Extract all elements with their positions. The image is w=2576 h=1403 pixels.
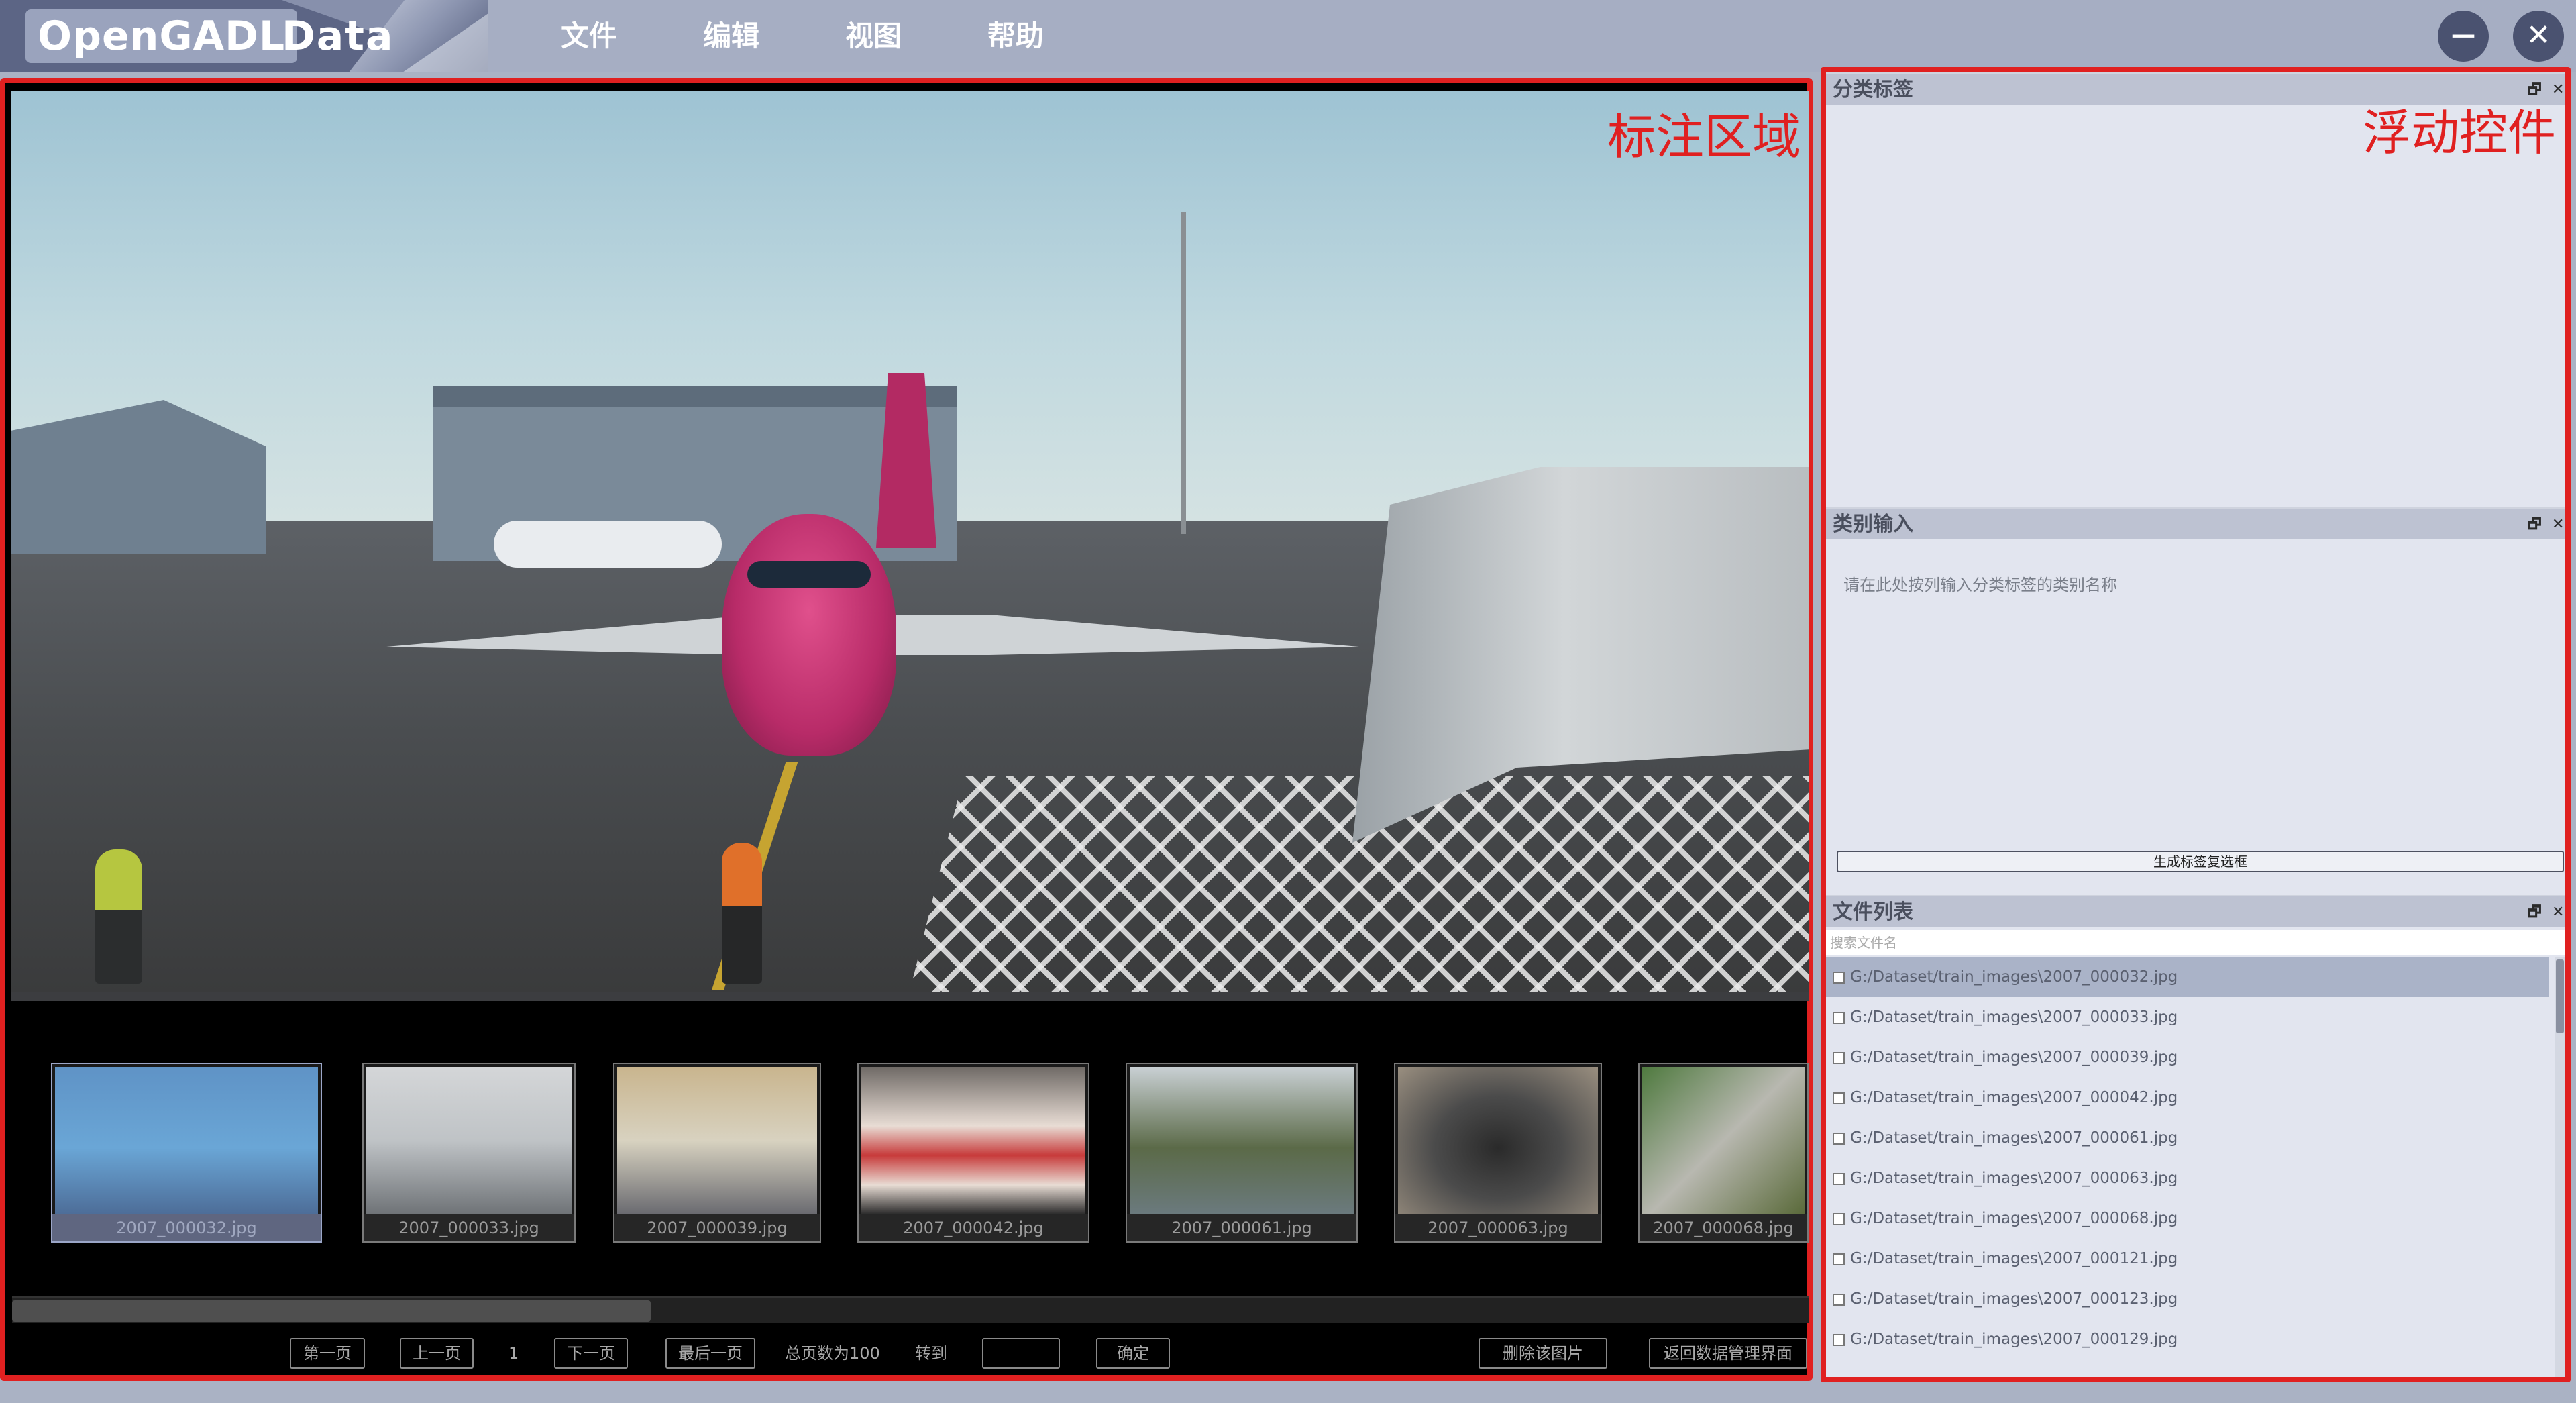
back-to-data-manager-button[interactable]: 返回数据管理界面 [1649, 1338, 1807, 1369]
file-path: G:/Dataset/train_images\2007_000033.jpg [1850, 1008, 2178, 1026]
file-checkbox[interactable] [1833, 1052, 1845, 1064]
category-input-hint[interactable]: 请在此处按列输入分类标签的类别名称 [1843, 572, 2117, 595]
close-icon[interactable]: ✕ [2513, 11, 2564, 62]
image-divider [11, 992, 1809, 1001]
annotation-area: 标注区域 2007_000032.jpg 2007_000033.jpg 200… [0, 78, 1813, 1381]
thumbnail-strip: 2007_000032.jpg 2007_000033.jpg 2007_000… [5, 1063, 1809, 1244]
thumbnail-caption: 2007_000068.jpg [1640, 1214, 1807, 1241]
close-icon[interactable]: ✕ [2552, 74, 2564, 106]
file-path: G:/Dataset/train_images\2007_000061.jpg [1850, 1129, 2178, 1147]
generate-checkbox-button[interactable]: 生成标签复选框 [1837, 851, 2564, 872]
file-path: G:/Dataset/train_images\2007_000039.jpg [1850, 1049, 2178, 1066]
file-list-item[interactable]: G:/Dataset/train_images\2007_000129.jpg [1826, 1319, 2549, 1359]
close-icon[interactable]: ✕ [2552, 509, 2564, 541]
menu-file[interactable]: 文件 [561, 0, 617, 72]
title-bar: OpenGADL Data 文件 编辑 视图 帮助 − ✕ [0, 0, 2576, 72]
file-path: G:/Dataset/train_images\2007_000032.jpg [1850, 968, 2178, 986]
first-page-button[interactable]: 第一页 [290, 1338, 365, 1369]
classify-panel-title: 分类标签 🗗 ✕ [1826, 72, 2565, 105]
file-list-item[interactable]: G:/Dataset/train_images\2007_000068.jpg [1826, 1198, 2549, 1239]
category-panel-title: 类别输入 🗗 ✕ [1826, 507, 2565, 539]
floating-dock: 分类标签 🗗 ✕ 浮动控件 类别输入 🗗 ✕ 请在此处按列输入分类标签的类别名称… [1821, 67, 2571, 1382]
thumbnail-item[interactable]: 2007_000032.jpg [51, 1063, 322, 1243]
file-path: G:/Dataset/train_images\2007_000129.jpg [1850, 1331, 2178, 1348]
menu-view[interactable]: 视图 [845, 0, 902, 72]
menu-edit[interactable]: 编辑 [703, 0, 759, 72]
category-panel-title-text: 类别输入 [1833, 513, 1913, 536]
current-page: 1 [508, 1344, 519, 1363]
scrollbar-handle[interactable] [12, 1300, 651, 1322]
goto-page-input[interactable] [982, 1338, 1060, 1369]
file-checkbox[interactable] [1833, 1294, 1845, 1306]
file-checkbox[interactable] [1833, 1253, 1845, 1265]
float-icon[interactable]: 🗗 [2528, 74, 2542, 106]
thumbnail-item[interactable]: 2007_000061.jpg [1126, 1063, 1358, 1243]
file-checkbox[interactable] [1833, 1213, 1845, 1225]
file-checkbox[interactable] [1833, 1092, 1845, 1104]
file-list-item[interactable]: G:/Dataset/train_images\2007_000042.jpg [1826, 1078, 2549, 1118]
file-path: G:/Dataset/train_images\2007_000068.jpg [1850, 1210, 2178, 1227]
file-path: G:/Dataset/train_images\2007_000042.jpg [1850, 1089, 2178, 1106]
annotation-image[interactable]: 标注区域 [11, 91, 1809, 992]
file-list-item[interactable]: G:/Dataset/train_images\2007_000032.jpg [1826, 957, 2549, 997]
file-checkbox[interactable] [1833, 1012, 1845, 1024]
thumbnail-item[interactable]: 2007_000039.jpg [613, 1063, 821, 1243]
thumbnail-caption: 2007_000042.jpg [859, 1214, 1088, 1241]
file-path: G:/Dataset/train_images\2007_000063.jpg [1850, 1170, 2178, 1187]
annotation-area-label: 标注区域 [1607, 109, 1801, 165]
file-search-input[interactable]: 搜索文件名 [1826, 930, 2565, 955]
logo-text: OpenGADL [25, 9, 298, 63]
logo-data-text: Data [282, 13, 394, 60]
file-checkbox[interactable] [1833, 1334, 1845, 1346]
confirm-button[interactable]: 确定 [1096, 1338, 1170, 1369]
minimize-icon[interactable]: − [2438, 11, 2489, 62]
float-icon[interactable]: 🗗 [2528, 896, 2542, 929]
prev-page-button[interactable]: 上一页 [400, 1338, 474, 1369]
thumbnail-scrollbar[interactable] [12, 1296, 1809, 1323]
thumbnail-item[interactable]: 2007_000068.jpg [1638, 1063, 1809, 1243]
pagination-bar: 第一页 上一页 1 下一页 最后一页 总页数为100 转到 确定 删除该图片 返… [5, 1338, 1809, 1371]
thumbnail-item[interactable]: 2007_000042.jpg [857, 1063, 1089, 1243]
scrollbar-handle[interactable] [2556, 959, 2564, 1033]
file-panel-title-text: 文件列表 [1833, 900, 1913, 924]
file-list-scrollbar[interactable] [2555, 957, 2565, 1377]
file-checkbox[interactable] [1833, 1173, 1845, 1185]
file-list-item[interactable]: G:/Dataset/train_images\2007_000123.jpg [1826, 1279, 2549, 1319]
file-path: G:/Dataset/train_images\2007_000121.jpg [1850, 1250, 2178, 1267]
classify-panel-title-text: 分类标签 [1833, 78, 1913, 101]
file-list: G:/Dataset/train_images\2007_000032.jpg … [1826, 957, 2565, 1377]
thumbnail-caption: 2007_000061.jpg [1127, 1214, 1356, 1241]
total-pages-text: 总页数为100 [785, 1344, 880, 1363]
file-checkbox[interactable] [1833, 1133, 1845, 1145]
thumbnail-caption: 2007_000039.jpg [614, 1214, 820, 1241]
file-list-item[interactable]: G:/Dataset/train_images\2007_000039.jpg [1826, 1037, 2549, 1078]
thumbnail-item[interactable]: 2007_000063.jpg [1394, 1063, 1602, 1243]
float-icon[interactable]: 🗗 [2528, 509, 2542, 541]
file-list-item[interactable]: G:/Dataset/train_images\2007_000121.jpg [1826, 1239, 2549, 1279]
app-logo: OpenGADL Data [0, 0, 488, 72]
goto-label: 转到 [915, 1344, 947, 1363]
thumbnail-caption: 2007_000063.jpg [1395, 1214, 1601, 1241]
file-list-item[interactable]: G:/Dataset/train_images\2007_000033.jpg [1826, 997, 2549, 1037]
menu-bar: 文件 编辑 视图 帮助 [561, 0, 1130, 72]
floating-dock-label: 浮动控件 [2363, 105, 2557, 161]
menu-help[interactable]: 帮助 [987, 0, 1044, 72]
file-path: G:/Dataset/train_images\2007_000123.jpg [1850, 1290, 2178, 1308]
delete-image-button[interactable]: 删除该图片 [1479, 1338, 1607, 1369]
file-checkbox[interactable] [1833, 972, 1845, 984]
thumbnail-caption: 2007_000033.jpg [364, 1214, 574, 1241]
thumbnail-caption: 2007_000032.jpg [52, 1214, 321, 1241]
thumbnail-item[interactable]: 2007_000033.jpg [362, 1063, 576, 1243]
last-page-button[interactable]: 最后一页 [665, 1338, 755, 1369]
file-panel-title: 文件列表 🗗 ✕ [1826, 895, 2565, 927]
file-list-item[interactable]: G:/Dataset/train_images\2007_000063.jpg [1826, 1158, 2549, 1198]
file-list-item[interactable]: G:/Dataset/train_images\2007_000061.jpg [1826, 1118, 2549, 1158]
close-icon[interactable]: ✕ [2552, 896, 2564, 929]
next-page-button[interactable]: 下一页 [554, 1338, 628, 1369]
